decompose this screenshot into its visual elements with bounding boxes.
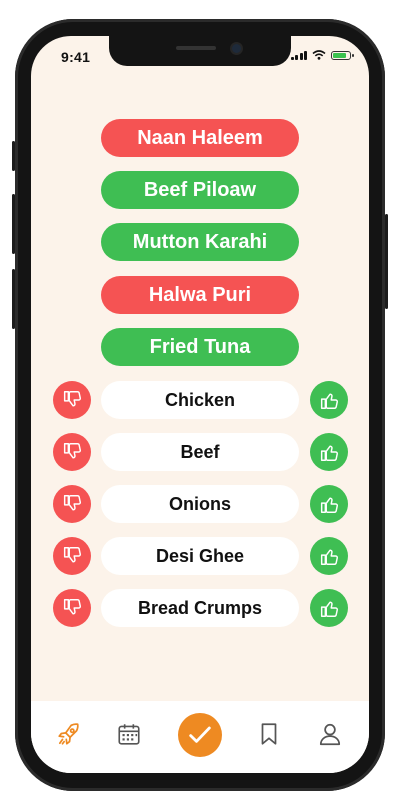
tab-profile[interactable] xyxy=(316,720,344,748)
thumbs-down-icon xyxy=(63,547,82,563)
like-button[interactable] xyxy=(310,485,348,523)
notch xyxy=(109,36,291,66)
camera xyxy=(232,44,241,53)
thumbs-up-icon xyxy=(320,549,339,565)
tab-bar xyxy=(31,701,369,773)
dislike-button[interactable] xyxy=(53,537,91,575)
ingredient-label: Desi Ghee xyxy=(101,537,299,575)
calendar-icon xyxy=(118,724,140,745)
tab-calendar[interactable] xyxy=(115,720,143,748)
dislike-button[interactable] xyxy=(53,381,91,419)
dish-button[interactable]: Fried Tuna xyxy=(101,328,299,366)
thumbs-up-icon xyxy=(320,601,339,617)
dish-button[interactable]: Mutton Karahi xyxy=(101,223,299,261)
check-icon xyxy=(189,726,211,743)
dislike-button[interactable] xyxy=(53,433,91,471)
ingredient-label: Chicken xyxy=(101,381,299,419)
tab-bookmark[interactable] xyxy=(255,720,283,748)
like-button[interactable] xyxy=(310,433,348,471)
dish-button[interactable]: Halwa Puri xyxy=(101,276,299,314)
rocket-icon xyxy=(58,723,79,745)
ingredient-label: Bread Crumps xyxy=(101,589,299,627)
thumbs-up-icon xyxy=(320,393,339,409)
dislike-button[interactable] xyxy=(53,589,91,627)
thumbs-up-icon xyxy=(320,497,339,513)
user-icon xyxy=(319,723,341,746)
thumbs-up-icon xyxy=(320,445,339,461)
dish-button[interactable]: Beef Piloaw xyxy=(101,171,299,209)
thumbs-down-icon xyxy=(63,599,82,615)
ingredient-label: Beef xyxy=(101,433,299,471)
volume-down-button xyxy=(12,269,15,329)
tab-rocket[interactable] xyxy=(55,720,83,748)
status-time: 9:41 xyxy=(61,49,91,65)
volume-up-button xyxy=(12,194,15,254)
like-button[interactable] xyxy=(310,537,348,575)
ingredient-label: Onions xyxy=(101,485,299,523)
signal-icon xyxy=(290,50,307,60)
mute-switch xyxy=(12,141,15,171)
dislike-button[interactable] xyxy=(53,485,91,523)
confirm-button[interactable] xyxy=(178,713,222,757)
app-screen: 9:41 Naan Haleem Beef Piloaw Mutton Kara… xyxy=(31,36,369,773)
thumbs-down-icon xyxy=(63,495,82,511)
thumbs-down-icon xyxy=(63,391,82,407)
dish-button[interactable]: Naan Haleem xyxy=(101,119,299,157)
status-icons xyxy=(290,50,354,60)
wifi-icon xyxy=(312,50,326,60)
thumbs-down-icon xyxy=(63,443,82,459)
bookmark-icon xyxy=(261,723,277,745)
like-button[interactable] xyxy=(310,381,348,419)
speaker xyxy=(176,46,216,50)
battery-icon xyxy=(331,50,354,60)
power-button xyxy=(385,214,388,309)
like-button[interactable] xyxy=(310,589,348,627)
